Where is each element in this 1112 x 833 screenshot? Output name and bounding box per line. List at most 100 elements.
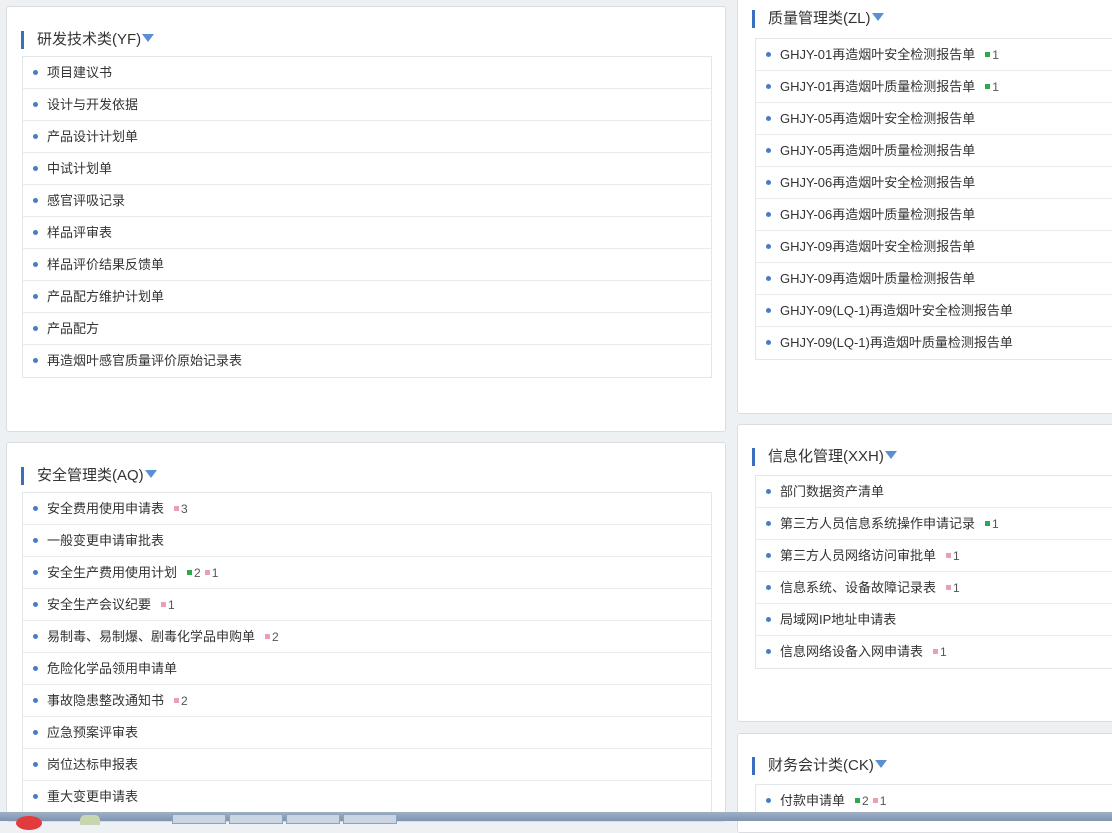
pink-square-icon — [872, 798, 878, 804]
list-item-label[interactable]: GHJY-09再造烟叶安全检测报告单 — [780, 239, 975, 254]
list-item[interactable]: GHJY-06再造烟叶质量检测报告单 — [756, 199, 1112, 231]
list-item[interactable]: 项目建议书 — [23, 57, 711, 89]
list-item-label[interactable]: 岗位达标申报表 — [47, 757, 138, 772]
list-item-label[interactable]: GHJY-01再造烟叶质量检测报告单 — [780, 79, 975, 94]
list-item[interactable]: 产品配方维护计划单 — [23, 281, 711, 313]
list-item-label[interactable]: 安全生产会议纪要 — [47, 597, 151, 612]
list-item-label[interactable]: 中试计划单 — [47, 161, 112, 176]
bullet-icon — [33, 102, 38, 107]
list-item[interactable]: 信息系统、设备故障记录表 1 — [756, 572, 1112, 604]
bullet-icon — [766, 212, 771, 217]
list-item[interactable]: 中试计划单 — [23, 153, 711, 185]
list-item[interactable]: GHJY-09再造烟叶质量检测报告单 — [756, 263, 1112, 295]
list-item[interactable]: GHJY-05再造烟叶质量检测报告单 — [756, 135, 1112, 167]
list-item[interactable]: 第三方人员网络访问审批单 1 — [756, 540, 1112, 572]
list-item[interactable]: GHJY-09再造烟叶安全检测报告单 — [756, 231, 1112, 263]
list-item-label[interactable]: 安全费用使用申请表 — [47, 501, 164, 516]
pink-square-icon — [161, 602, 167, 608]
count-badge: 1 — [946, 581, 960, 595]
list-item[interactable]: GHJY-05再造烟叶安全检测报告单 — [756, 103, 1112, 135]
list-item[interactable]: 安全生产费用使用计划 2 1 — [23, 557, 711, 589]
list-item-label[interactable]: GHJY-09(LQ-1)再造烟叶质量检测报告单 — [780, 335, 1013, 350]
list-item-label[interactable]: 易制毒、易制爆、剧毒化学品申购单 — [47, 629, 255, 644]
caret-down-icon[interactable] — [874, 760, 887, 768]
list-item[interactable]: 第三方人员信息系统操作申请记录 1 — [756, 508, 1112, 540]
list-item[interactable]: 感官评吸记录 — [23, 185, 711, 217]
list-item-label[interactable]: GHJY-09再造烟叶质量检测报告单 — [780, 271, 975, 286]
list-item[interactable]: 局域网IP地址申请表 — [756, 604, 1112, 636]
panel-it-header[interactable]: 信息化管理(XXH) — [752, 448, 897, 466]
list-item[interactable]: 危险化学品领用申请单 — [23, 653, 711, 685]
list-item-label[interactable]: 产品设计计划单 — [47, 129, 138, 144]
panel-rd-header[interactable]: 研发技术类(YF) — [21, 31, 155, 49]
list-item-label[interactable]: GHJY-01再造烟叶安全检测报告单 — [780, 47, 975, 62]
taskbar-button[interactable] — [229, 814, 283, 824]
caret-down-icon[interactable] — [142, 34, 155, 42]
panel-quality-title: 质量管理类(ZL) — [768, 10, 871, 27]
list-item[interactable]: 部门数据资产清单 — [756, 476, 1112, 508]
count-badge: 2 — [187, 566, 201, 580]
list-item-label[interactable]: 信息系统、设备故障记录表 — [780, 580, 936, 595]
list-item-label[interactable]: 项目建议书 — [47, 65, 112, 80]
list-item[interactable]: 易制毒、易制爆、剧毒化学品申购单 2 — [23, 621, 711, 653]
list-item-label[interactable]: 局域网IP地址申请表 — [780, 612, 896, 627]
list-item[interactable]: 再造烟叶感官质量评价原始记录表 — [23, 345, 711, 377]
list-item[interactable]: 设计与开发依据 — [23, 89, 711, 121]
list-item-label[interactable]: GHJY-05再造烟叶质量检测报告单 — [780, 143, 975, 158]
list-item[interactable]: GHJY-06再造烟叶安全检测报告单 — [756, 167, 1112, 199]
list-item[interactable]: 产品设计计划单 — [23, 121, 711, 153]
list-item[interactable]: 样品评审表 — [23, 217, 711, 249]
list-item-label[interactable]: 事故隐患整改通知书 — [47, 693, 164, 708]
bullet-icon — [33, 70, 38, 75]
list-item-label[interactable]: GHJY-09(LQ-1)再造烟叶安全检测报告单 — [780, 303, 1013, 318]
list-item-label[interactable]: GHJY-06再造烟叶安全检测报告单 — [780, 175, 975, 190]
caret-down-icon[interactable] — [144, 470, 157, 478]
pink-square-icon — [204, 570, 210, 576]
list-item[interactable]: GHJY-09(LQ-1)再造烟叶安全检测报告单 — [756, 295, 1112, 327]
list-item[interactable]: 安全费用使用申请表 3 — [23, 493, 711, 525]
list-item-label[interactable]: GHJY-05再造烟叶安全检测报告单 — [780, 111, 975, 126]
list-item[interactable]: 岗位达标申报表 — [23, 749, 711, 781]
caret-down-icon[interactable] — [884, 451, 897, 459]
list-item-label[interactable]: 产品配方维护计划单 — [47, 289, 164, 304]
list-item[interactable]: 事故隐患整改通知书 2 — [23, 685, 711, 717]
taskbar-button[interactable] — [286, 814, 340, 824]
list-item-label[interactable]: 危险化学品领用申请单 — [47, 661, 177, 676]
bullet-icon — [766, 276, 771, 281]
list-item[interactable]: 应急预案评审表 — [23, 717, 711, 749]
list-item-label[interactable]: 再造烟叶感官质量评价原始记录表 — [47, 353, 242, 368]
list-item[interactable]: GHJY-01再造烟叶质量检测报告单 1 — [756, 71, 1112, 103]
list-item[interactable]: 一般变更申请审批表 — [23, 525, 711, 557]
list-item[interactable]: 信息网络设备入网申请表 1 — [756, 636, 1112, 668]
list-item-label[interactable]: 设计与开发依据 — [47, 97, 138, 112]
list-item[interactable]: 样品评价结果反馈单 — [23, 249, 711, 281]
list-item[interactable]: GHJY-09(LQ-1)再造烟叶质量检测报告单 — [756, 327, 1112, 359]
taskbar-button[interactable] — [172, 814, 226, 824]
list-item-label[interactable]: GHJY-06再造烟叶质量检测报告单 — [780, 207, 975, 222]
start-button[interactable] — [16, 816, 42, 830]
list-item-label[interactable]: 安全生产费用使用计划 — [47, 565, 177, 580]
list-item-label[interactable]: 付款申请单 — [780, 793, 845, 808]
list-item-label[interactable]: 第三方人员信息系统操作申请记录 — [780, 516, 975, 531]
taskbar-app-icon[interactable] — [80, 815, 100, 825]
list-item[interactable]: 重大变更申请表 — [23, 781, 711, 813]
list-item-label[interactable]: 一般变更申请审批表 — [47, 533, 164, 548]
list-item-label[interactable]: 感官评吸记录 — [47, 193, 125, 208]
list-item-label[interactable]: 样品评审表 — [47, 225, 112, 240]
list-item[interactable]: 产品配方 — [23, 313, 711, 345]
panel-safety-header[interactable]: 安全管理类(AQ) — [21, 467, 157, 485]
panel-quality-header[interactable]: 质量管理类(ZL) — [752, 10, 884, 28]
list-item-label[interactable]: 重大变更申请表 — [47, 789, 138, 804]
list-item-label[interactable]: 产品配方 — [47, 321, 99, 336]
list-item[interactable]: 安全生产会议纪要 1 — [23, 589, 711, 621]
list-item[interactable]: GHJY-01再造烟叶安全检测报告单 1 — [756, 39, 1112, 71]
list-item-label[interactable]: 应急预案评审表 — [47, 725, 138, 740]
caret-down-icon[interactable] — [871, 13, 884, 21]
list-item-label[interactable]: 第三方人员网络访问审批单 — [780, 548, 936, 563]
list-item-label[interactable]: 样品评价结果反馈单 — [47, 257, 164, 272]
list-item-label[interactable]: 信息网络设备入网申请表 — [780, 644, 923, 659]
list-item-label[interactable]: 部门数据资产清单 — [780, 484, 884, 499]
panel-finance-header[interactable]: 财务会计类(CK) — [752, 757, 887, 775]
taskbar-button[interactable] — [343, 814, 397, 824]
green-square-icon — [855, 798, 861, 804]
